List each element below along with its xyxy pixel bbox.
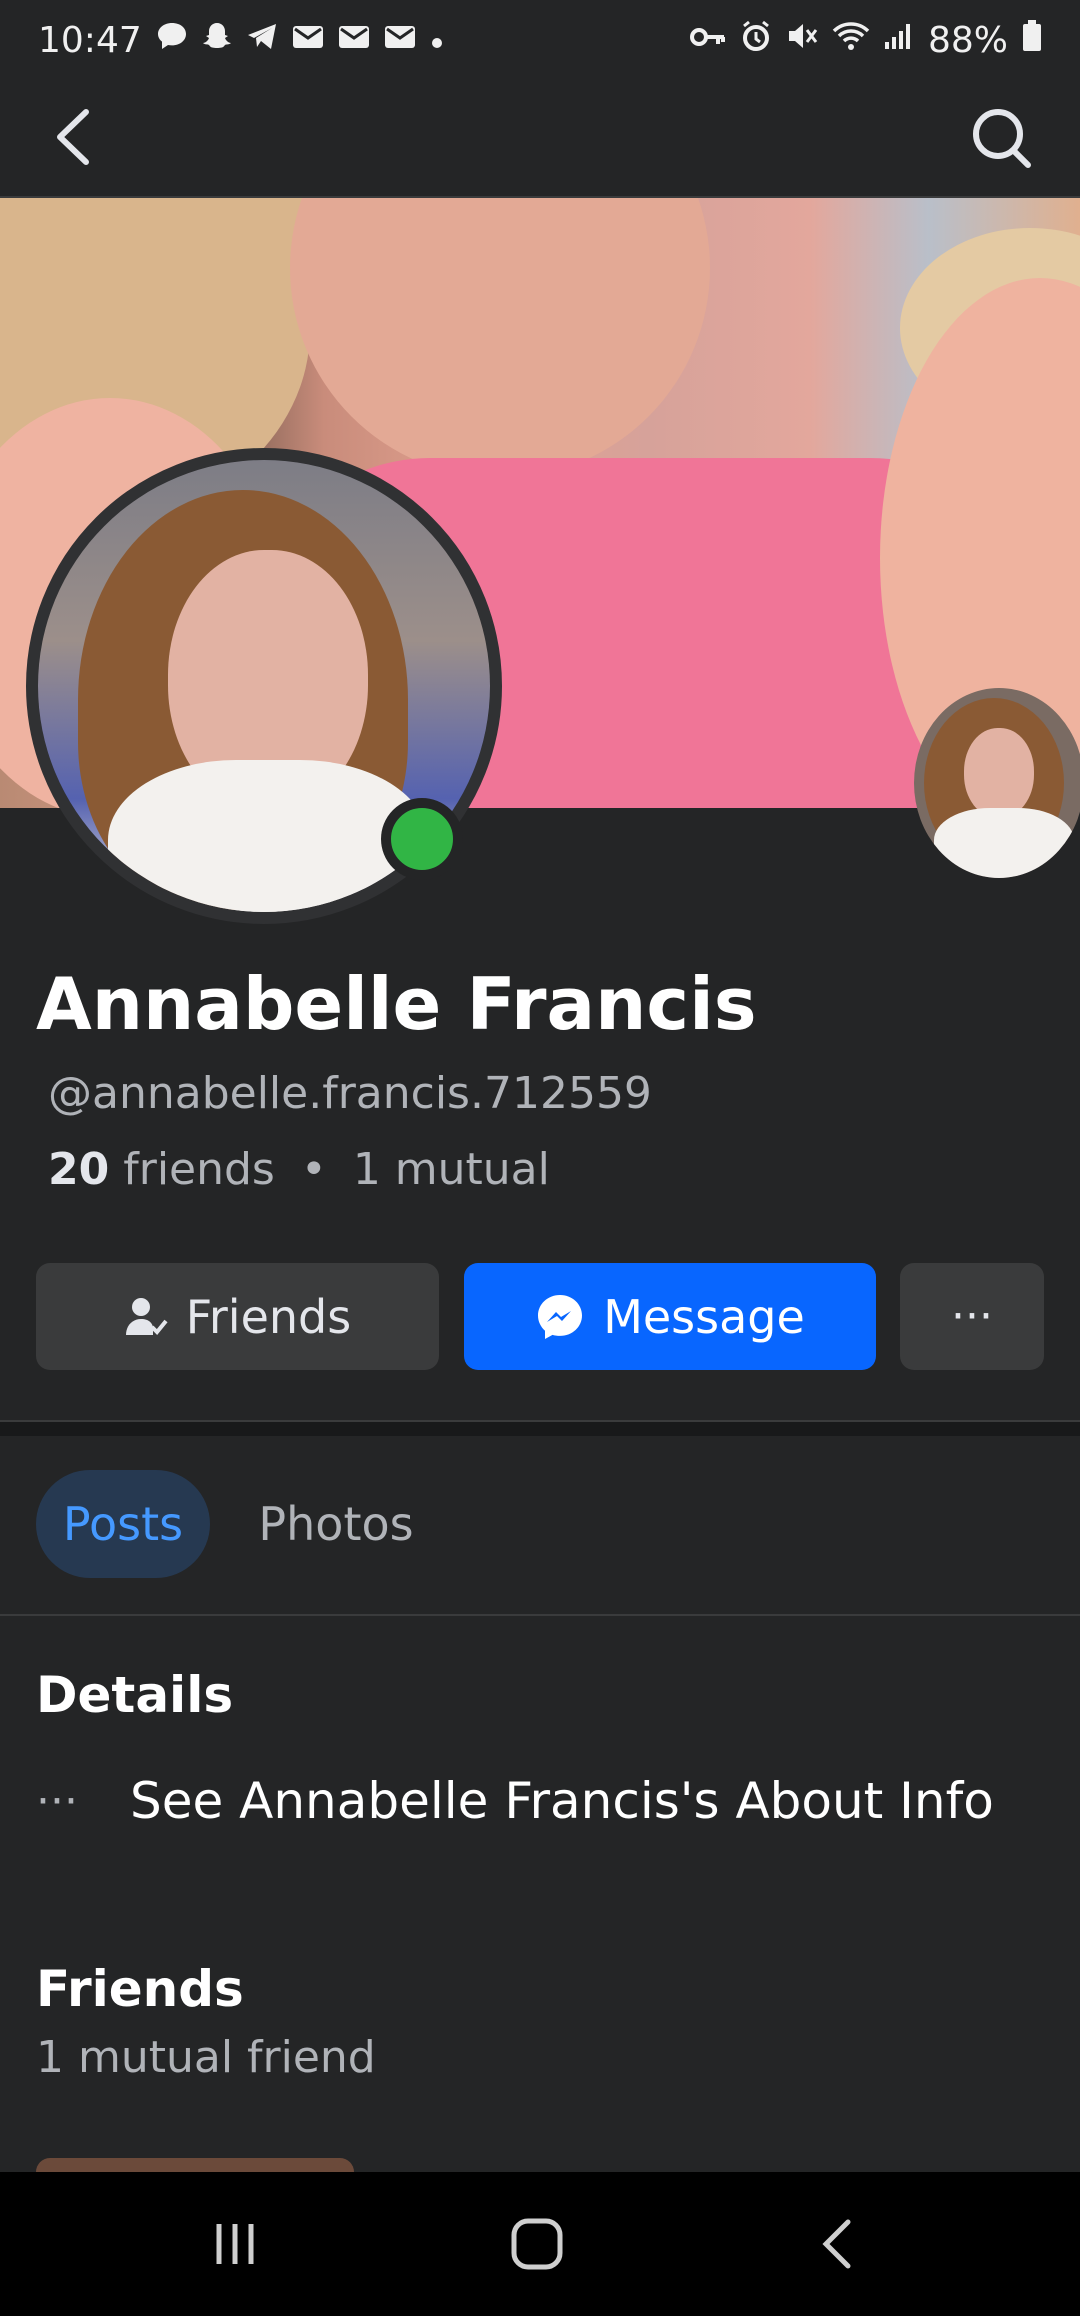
recent-apps-button[interactable] — [185, 2202, 285, 2286]
avatar-robe — [108, 760, 428, 912]
search-icon — [973, 109, 1031, 168]
about-info-link[interactable]: ··· See Annabelle Francis's About Info — [36, 1772, 994, 1830]
friends-summary[interactable]: 20 friends • 1 mutual — [48, 1144, 550, 1195]
message-button[interactable]: Message — [464, 1263, 876, 1370]
tab-posts[interactable]: Posts — [36, 1470, 210, 1578]
system-nav-bar — [0, 2172, 1080, 2316]
wifi-icon — [832, 21, 870, 59]
small-avatar-face — [964, 728, 1034, 818]
home-button[interactable] — [487, 2202, 587, 2286]
details-heading: Details — [36, 1666, 234, 1724]
friends-word: friends — [123, 1144, 275, 1195]
about-info-label: See Annabelle Francis's About Info — [130, 1772, 994, 1830]
status-bar: 10:47 88% — [0, 0, 1080, 80]
mail-icon — [384, 23, 416, 58]
friends-button[interactable]: Friends — [36, 1263, 439, 1370]
status-left: 10:47 — [38, 20, 444, 61]
tab-posts-label: Posts — [62, 1497, 184, 1551]
message-button-label: Message — [603, 1289, 805, 1344]
battery-percent: 88% — [927, 19, 1008, 61]
profile-handle: @annabelle.francis.712559 — [48, 1068, 652, 1119]
search-button[interactable] — [968, 102, 1034, 172]
tabs-divider — [0, 1614, 1080, 1616]
more-options-button[interactable]: ··· — [900, 1263, 1044, 1370]
online-status-indicator — [381, 798, 463, 880]
alarm-icon — [740, 20, 772, 60]
back-icon — [822, 2219, 851, 2269]
more-dots-icon: ··· — [951, 1291, 993, 1342]
back-button[interactable] — [46, 102, 106, 172]
separator-dot: • — [300, 1144, 327, 1195]
recent-apps-icon — [216, 2224, 254, 2264]
more-dots-icon: ··· — [36, 1775, 78, 1827]
friend-check-icon — [125, 1297, 168, 1335]
system-back-button[interactable] — [790, 2202, 890, 2286]
friends-heading: Friends — [36, 1960, 244, 2018]
home-icon — [511, 2218, 563, 2270]
key-icon — [689, 23, 726, 58]
snapchat-icon — [202, 21, 232, 59]
tab-photos[interactable]: Photos — [246, 1470, 426, 1578]
friends-count: 20 — [48, 1144, 110, 1195]
clock: 10:47 — [38, 19, 142, 61]
mutual-friend-count: 1 mutual friend — [36, 2032, 376, 2083]
section-divider — [0, 1420, 1080, 1436]
dot-icon — [430, 23, 444, 58]
mail-icon — [292, 23, 324, 58]
mutual-count: 1 mutual — [352, 1144, 550, 1195]
secondary-profile-picture[interactable] — [914, 688, 1080, 878]
friend-thumbnail[interactable] — [36, 2158, 354, 2172]
profile-name: Annabelle Francis — [36, 962, 757, 1046]
mail-icon — [338, 23, 370, 58]
mute-icon — [786, 21, 818, 59]
small-avatar-robe — [934, 808, 1074, 878]
friends-button-label: Friends — [185, 1289, 352, 1344]
back-arrow-icon — [57, 109, 89, 165]
cover-face — [290, 198, 710, 478]
tab-photos-label: Photos — [258, 1497, 414, 1551]
chat-bubble-icon — [156, 21, 188, 59]
status-right: 88% — [689, 19, 1042, 61]
telegram-icon — [246, 21, 278, 59]
messenger-icon — [538, 1294, 583, 1339]
battery-icon — [1022, 20, 1042, 60]
top-app-bar — [0, 80, 1080, 198]
signal-icon — [884, 22, 914, 58]
